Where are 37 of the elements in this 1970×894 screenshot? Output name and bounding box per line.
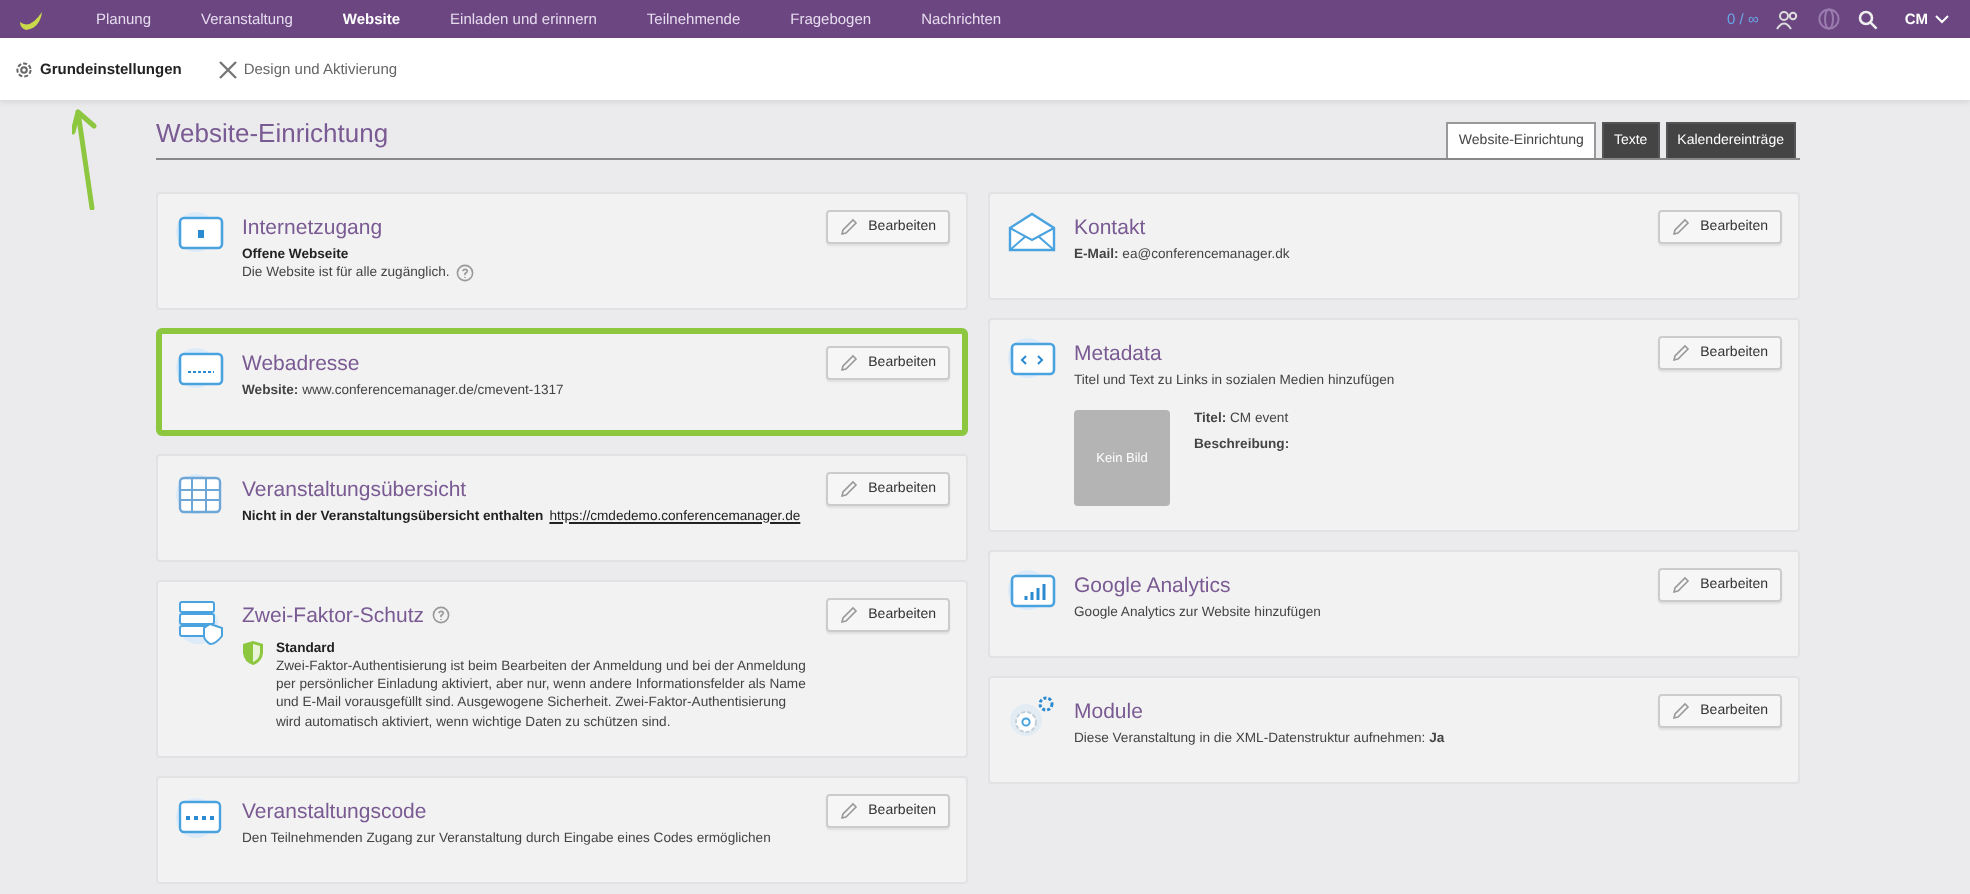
calendar-code-icon — [174, 794, 226, 839]
card-title: Veranstaltungscode — [242, 800, 427, 825]
pencil-icon — [840, 218, 859, 236]
shield-icon — [242, 639, 264, 666]
card-title: Kontakt — [1074, 216, 1146, 240]
tools-icon — [217, 59, 238, 79]
pencil-icon — [840, 479, 859, 498]
card-title: Internetzugang — [242, 216, 383, 240]
pencil-icon — [840, 605, 859, 624]
browser-code-icon — [1006, 336, 1058, 380]
gear-icon — [14, 59, 34, 79]
help-icon[interactable] — [432, 606, 451, 625]
calendar-grid-icon — [174, 471, 226, 516]
envelope-icon — [1006, 210, 1058, 254]
gears-icon — [1006, 694, 1058, 739]
card-title: Module — [1074, 700, 1143, 725]
server-shield-icon — [174, 597, 226, 646]
banana-logo-icon[interactable] — [18, 7, 46, 31]
card-title: Webadresse — [242, 351, 360, 376]
pencil-icon — [1672, 218, 1691, 236]
chevron-down-icon — [1934, 14, 1950, 24]
browser-lock-icon — [174, 210, 226, 254]
card-title: Veranstaltungsübersicht — [242, 477, 467, 502]
search-icon[interactable] — [1858, 9, 1879, 29]
people-icon[interactable] — [1776, 9, 1801, 29]
pencil-icon — [1672, 576, 1691, 595]
browser-www-icon — [174, 345, 226, 390]
card-title: Google Analytics — [1074, 574, 1231, 599]
card-title: Zwei-Faktor-Schutz — [242, 603, 425, 628]
page-title: Website-Einrichtung — [156, 118, 389, 148]
pencil-icon — [1672, 702, 1691, 721]
browser-chart-icon — [1006, 568, 1058, 613]
help-icon[interactable] — [455, 264, 474, 283]
pencil-icon — [840, 802, 859, 821]
card-title: Metadata — [1074, 342, 1162, 366]
pencil-icon — [840, 353, 859, 372]
pencil-icon — [1672, 344, 1691, 362]
